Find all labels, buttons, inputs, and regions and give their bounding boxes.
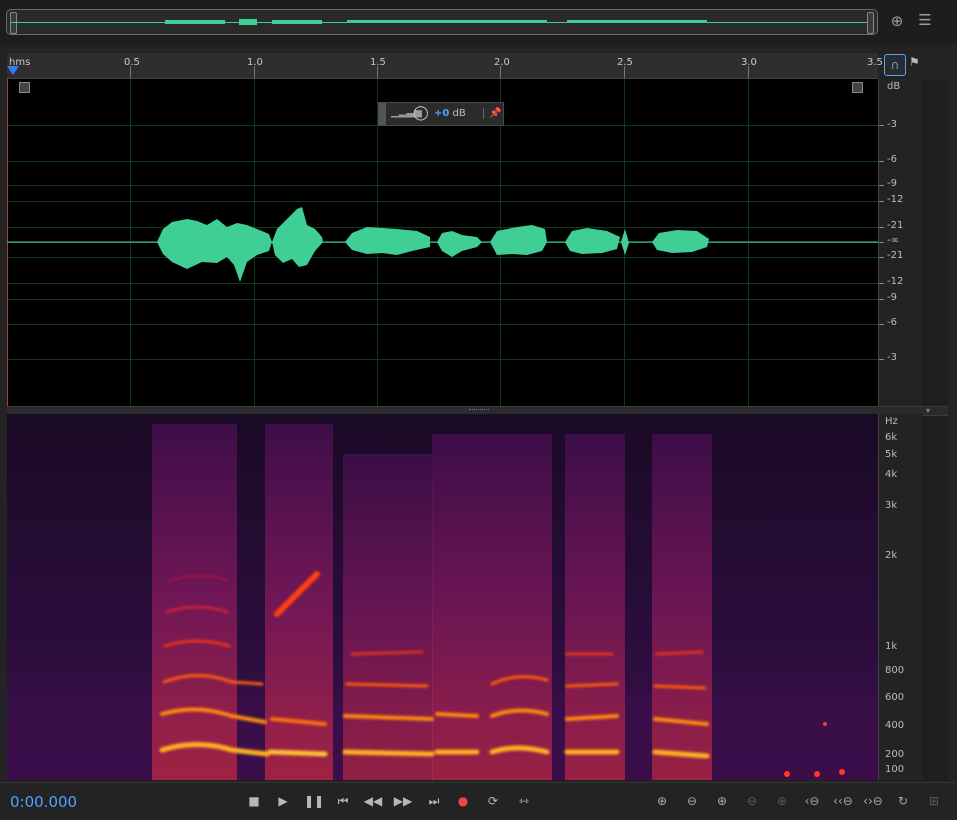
hz-label: 6k [885, 432, 898, 443]
overview-bar: ⊕ ☰ [0, 0, 957, 44]
hud-value: +0 [434, 108, 450, 119]
amp-label: -∞ [887, 235, 899, 246]
record-button[interactable]: ● [453, 791, 473, 811]
zoom-in-time-icon[interactable]: ⊕ [710, 791, 734, 811]
amp-label: -12 [887, 194, 904, 205]
amp-label: -21 [887, 220, 904, 231]
stop-button[interactable]: ■ [244, 791, 264, 811]
zoom-in-amplitude-icon[interactable]: ⊕ [650, 791, 674, 811]
hz-label: 2k [885, 550, 898, 561]
amp-label: -9 [887, 292, 897, 303]
hud-unit: dB [452, 108, 466, 119]
playhead-marker[interactable] [7, 66, 19, 75]
volume-knob-icon[interactable]: ◯ [413, 105, 429, 121]
hz-label: 3k [885, 500, 898, 511]
hz-label: 800 [885, 665, 905, 676]
zoom-out-full-icon[interactable]: ⊖ [740, 791, 764, 811]
pause-button[interactable]: ❚❚ [304, 791, 324, 811]
time-ruler[interactable]: hms 0.5 1.0 1.5 2.0 2.5 3.0 3.5 [7, 53, 883, 79]
hz-label: 4k [885, 469, 898, 480]
zoom-in-at-playhead-icon[interactable]: ⊕ [770, 791, 794, 811]
hz-unit: Hz [885, 416, 898, 427]
hz-label: 5k [885, 449, 898, 460]
amp-label: -9 [887, 178, 897, 189]
zoom-navigator-icon[interactable]: ⊕ [887, 12, 907, 30]
rewind-button[interactable]: ◀◀ [363, 791, 383, 811]
overview-track[interactable] [6, 9, 878, 35]
zoom-selection-fit-icon[interactable]: ‹›⊖ [861, 791, 885, 811]
amp-label: -3 [887, 352, 897, 363]
hz-label: 1k [885, 641, 898, 652]
collapse-icon[interactable]: ▾ [926, 406, 930, 415]
hz-label: 600 [885, 692, 905, 703]
amp-label: -6 [887, 154, 897, 165]
ruler-label: 0.5 [124, 57, 140, 68]
fast-forward-button[interactable]: ▶▶ [393, 791, 413, 811]
hud-readout[interactable]: +0 dB [434, 108, 466, 119]
ruler-label: 2.0 [494, 57, 510, 68]
move-to-previous-button[interactable]: ⏮ [333, 791, 353, 811]
amp-label: -21 [887, 250, 904, 261]
amp-label: -6 [887, 317, 897, 328]
marker-pin-icon[interactable]: ⚑ [909, 55, 921, 73]
play-button[interactable]: ▶ [273, 791, 293, 811]
hz-label: 100 [885, 764, 905, 775]
hz-label: 200 [885, 749, 905, 760]
overview-waveform [165, 19, 707, 25]
zoom-out-left-icon[interactable]: ‹⊖ [800, 791, 824, 811]
spectrogram-panel[interactable] [7, 414, 878, 780]
volume-hud[interactable]: ▁▂▃▅ ◯ +0 dB 📌 [378, 102, 504, 126]
spectrogram-graphic [7, 414, 878, 780]
waveform-panel[interactable]: ▁▂▃▅ ◯ +0 dB 📌 [7, 79, 878, 406]
amp-label: -3 [887, 119, 897, 130]
vertical-scrollbar[interactable] [922, 79, 948, 780]
pin-icon[interactable]: 📌 [483, 108, 501, 119]
zoom-corner-left-icon[interactable] [19, 82, 30, 93]
transport-bar: 0:00.000 ■ ▶ ❚❚ ⏮ ◀◀ ▶▶ ⏭ ● ⟳ ⇿ ⊕ ⊖ ⊕ ⊖ … [0, 782, 957, 820]
zoom-out-right-icon[interactable]: ‹‹⊖ [831, 791, 855, 811]
snap-icon[interactable]: ∩ [884, 54, 906, 76]
amp-unit: dB [887, 81, 901, 92]
amp-label: -12 [887, 276, 904, 287]
zoom-out-amplitude-icon[interactable]: ⊖ [680, 791, 704, 811]
zoom-selection-icon[interactable]: ⊞ [922, 791, 946, 811]
move-to-next-button[interactable]: ⏭ [424, 791, 444, 811]
loop-playback-button[interactable]: ⟳ [483, 791, 503, 811]
zoom-corner-right-icon[interactable] [852, 82, 863, 93]
frequency-scale: Hz 6k 5k 4k 3k 2k 1k 800 600 400 200 100 [878, 414, 923, 780]
skip-selection-button[interactable]: ⇿ [514, 791, 534, 811]
overview-right-handle[interactable] [867, 12, 874, 34]
zoom-reset-icon[interactable]: ↻ [891, 791, 915, 811]
amplitude-scale: dB -3 -6 -9 -12 -21 -∞ -21 -12 -9 -6 -3 [878, 79, 923, 406]
hz-label: 400 [885, 720, 905, 731]
hud-grip-icon[interactable] [379, 103, 386, 125]
list-icon[interactable]: ☰ [915, 11, 935, 29]
waveform-graphic [7, 207, 878, 282]
ruler-label: 3.5 [867, 57, 883, 68]
timecode-display[interactable]: 0:00.000 [10, 793, 77, 811]
